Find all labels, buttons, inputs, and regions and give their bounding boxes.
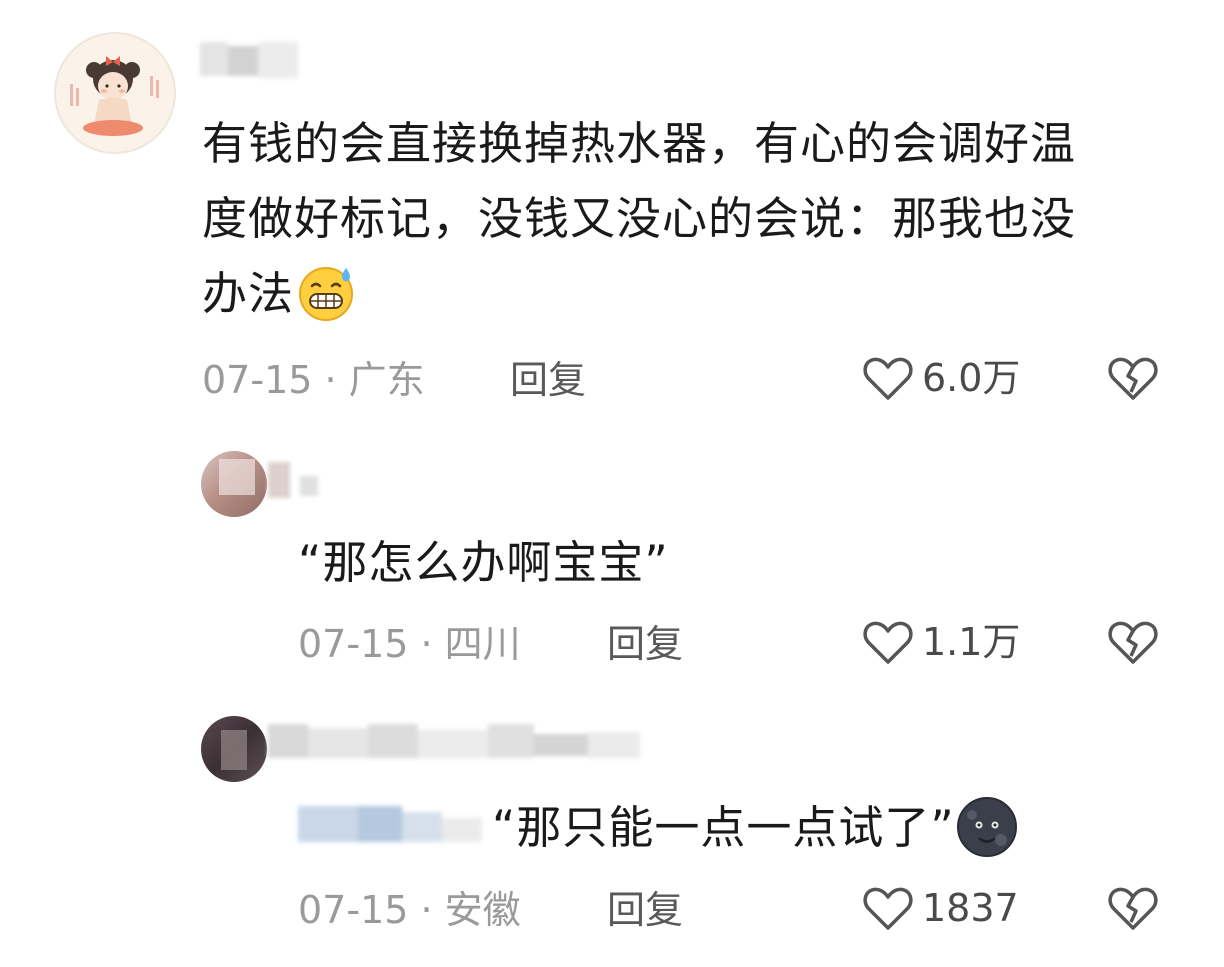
broken-heart-icon[interactable] [1106,352,1160,402]
reply-button[interactable]: 回复 [607,888,683,932]
heart-outline-icon [863,621,913,664]
reply-mention-blurred[interactable] [298,806,488,846]
reply-button[interactable]: 回复 [510,358,586,402]
reply-date-location: 07-15 · 安徽 [298,888,521,932]
reply-username-blurred[interactable] [268,462,328,502]
comment-line-3: 办法 [202,256,1162,331]
like-button[interactable]: 6.0万 [862,352,1020,404]
grimacing-sweat-emoji [299,267,354,321]
reply-avatar[interactable] [201,451,267,517]
like-count: 1837 [922,886,1019,930]
comment-line-3-text: 办法 [202,267,295,320]
reply-text: “那怎么办啊宝宝” [298,536,669,589]
username-blurred[interactable] [200,42,300,82]
like-button[interactable]: 1.1万 [862,616,1020,668]
comment-line-1: 有钱的会直接换掉热水器，有心的会调好温 [202,117,1077,170]
reply-username-blurred[interactable] [268,724,640,766]
heart-outline-icon [863,887,913,930]
like-button[interactable]: 1837 [862,882,1019,934]
reply-date-location: 07-15 · 四川 [298,622,521,666]
comment-line-2: 度做好标记，没钱又没心的会说：那我也没 [202,192,1077,245]
reply-button[interactable]: 回复 [607,622,683,666]
comment-date-location: 07-15 · 广东 [202,358,425,402]
girl-avatar-illustration [57,35,173,151]
reply-text-content: “那只能一点一点试了” [492,801,955,854]
like-count: 1.1万 [922,620,1021,664]
new-moon-face-emoji [956,797,1017,857]
avatar[interactable] [54,32,176,154]
broken-heart-icon[interactable] [1106,882,1160,932]
heart-outline-icon [863,357,913,400]
reply-avatar[interactable] [201,716,267,782]
like-count: 6.0万 [922,356,1021,400]
broken-heart-icon[interactable] [1106,616,1160,666]
reply-text: “那只能一点一点试了” [492,797,1019,859]
comment-text: 有钱的会直接换掉热水器，有心的会调好温 度做好标记，没钱又没心的会说：那我也没 … [202,106,1162,331]
